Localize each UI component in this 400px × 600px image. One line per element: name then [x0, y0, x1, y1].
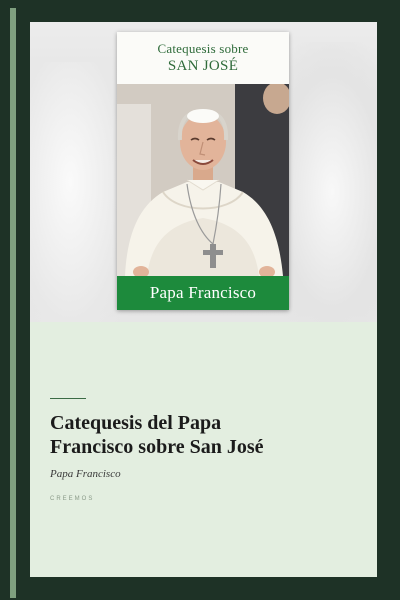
- book-title-line-1: Catequesis del Papa: [50, 412, 222, 434]
- cover-header: Catequesis sobre SAN JOSÉ: [117, 32, 289, 84]
- book-title-line-2: Francisco sobre San José: [50, 436, 264, 458]
- cover-image-area: Catequesis sobre SAN JOSÉ Papa Francisco: [30, 22, 377, 322]
- accent-stripe: [10, 8, 16, 598]
- pope-portrait-image: [117, 84, 289, 276]
- title-divider: [50, 398, 86, 399]
- cover-author: Papa Francisco: [149, 283, 257, 302]
- cover-subtitle: Catequesis sobre: [157, 41, 249, 56]
- book-author[interactable]: Papa Francisco: [50, 468, 121, 480]
- cover-author-band: Papa Francisco: [117, 276, 289, 310]
- book-cover: Catequesis sobre SAN JOSÉ Papa Francisco: [117, 32, 289, 310]
- book-card[interactable]: Catequesis sobre SAN JOSÉ Papa Francisco…: [30, 22, 377, 577]
- publisher-label: CREEMOS: [50, 496, 95, 502]
- book-title[interactable]: Catequesis del Papa Francisco sobre San …: [50, 411, 360, 459]
- cover-title: SAN JOSÉ: [167, 58, 239, 74]
